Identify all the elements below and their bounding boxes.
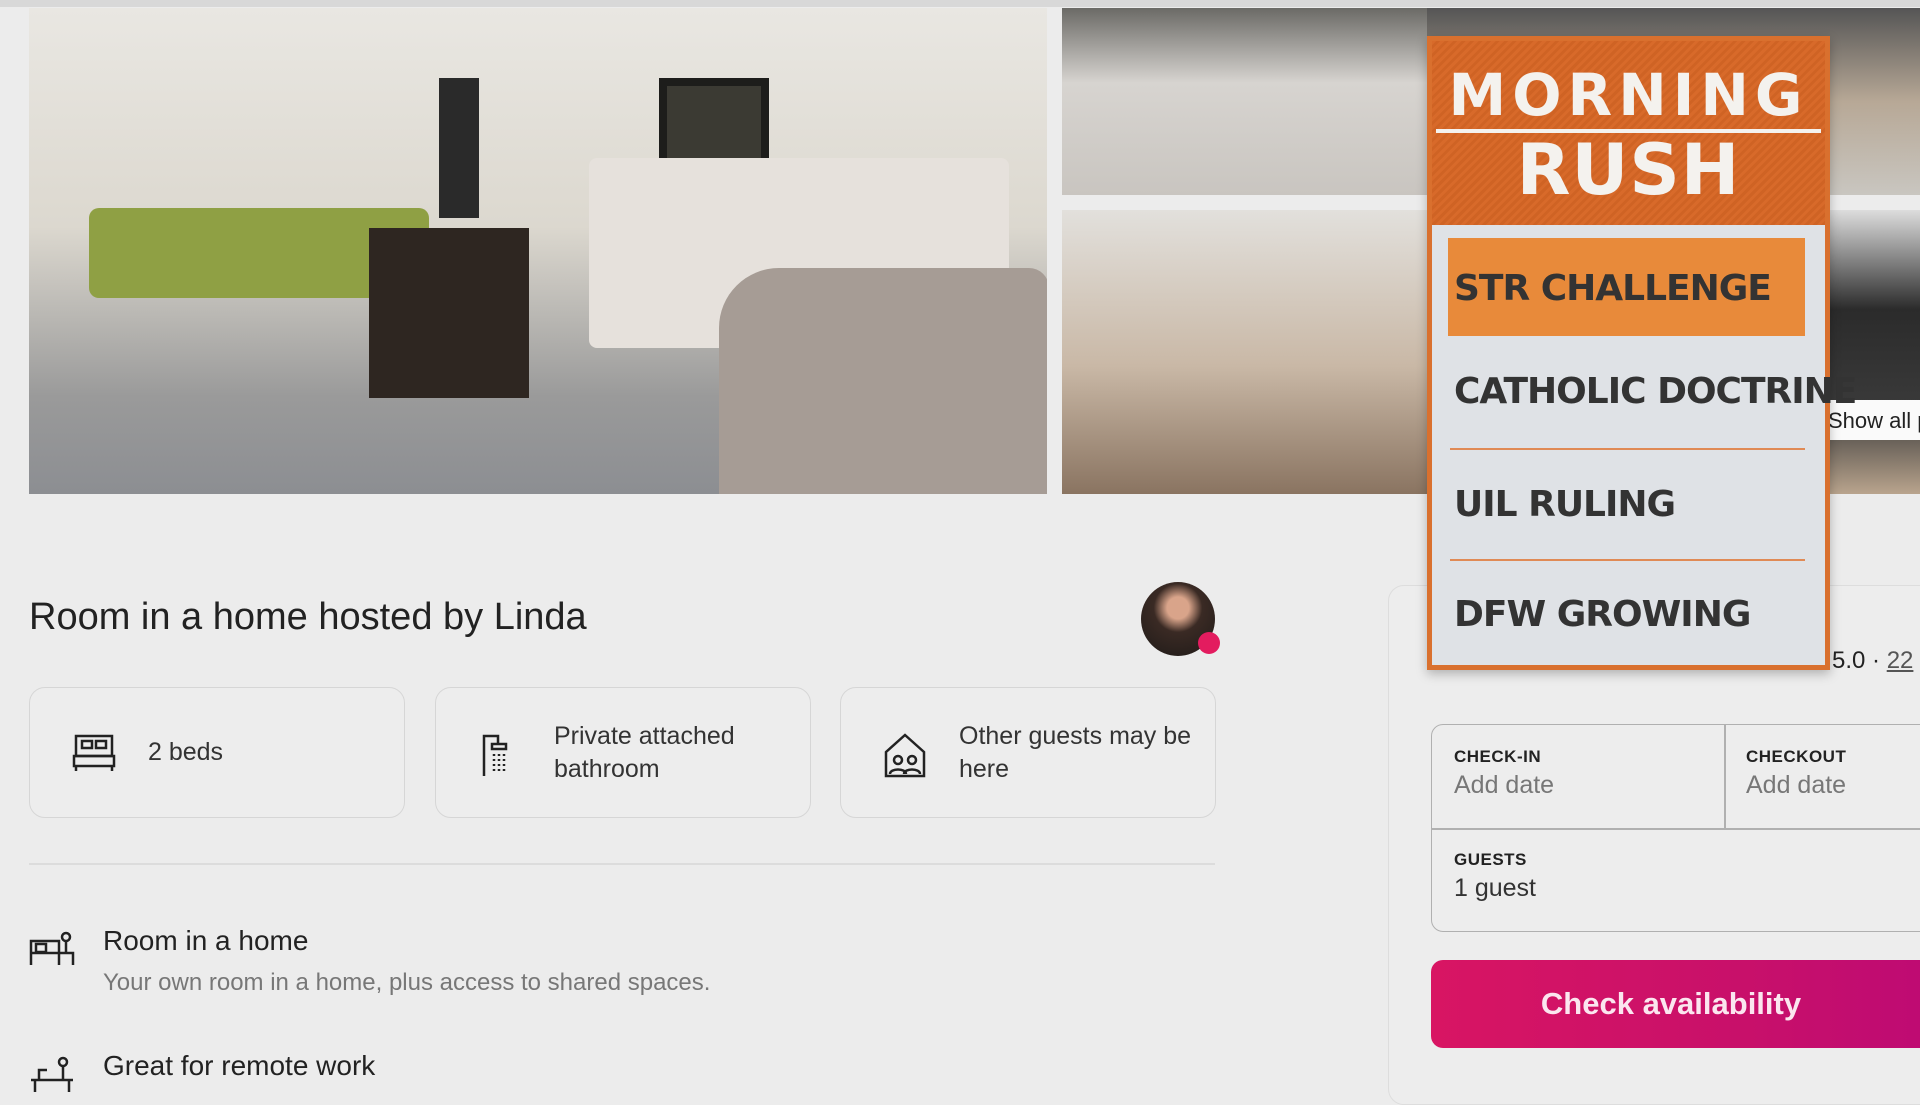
checkin-field[interactable]: CHECK-IN Add date (1432, 747, 1724, 800)
house-guests-icon (884, 733, 926, 778)
photo-detail-armchair (719, 268, 1047, 494)
page-title: Room in a home hosted by Linda (29, 596, 587, 638)
checkout-value: Add date (1746, 771, 1847, 799)
listing-photo-living-room[interactable] (1062, 8, 1427, 195)
news-item: UIL RULING (1454, 484, 1676, 525)
rating-summary: 5.0 · 22 (1832, 647, 1914, 674)
guests-label: GUESTS (1454, 850, 1527, 869)
reservation-fields: CHECK-IN Add date CHECKOUT Add date GUES… (1431, 724, 1920, 932)
checkin-label: CHECK-IN (1454, 747, 1542, 766)
browser-top-edge (0, 0, 1920, 7)
superhost-badge-icon (1198, 632, 1220, 654)
guests-field[interactable]: GUESTS 1 guest (1432, 850, 1920, 903)
listing-photo-dining-room[interactable] (1062, 210, 1427, 494)
highlight-card-bathroom: Private attached bathroom (435, 687, 811, 818)
feature-description: Your own room in a home, plus access to … (103, 969, 711, 996)
room-icon (29, 931, 75, 965)
news-item-active: STR CHALLENGE (1448, 238, 1805, 336)
guests-value: 1 guest (1454, 874, 1537, 902)
highlight-label: 2 beds (148, 738, 224, 766)
desk-icon (31, 1056, 73, 1092)
news-overlay: MORNING RUSH STR CHALLENGE CATHOLIC DOCT… (1427, 36, 1857, 670)
news-divider (1450, 559, 1805, 561)
photo-detail-tv (439, 78, 479, 218)
checkin-value: Add date (1454, 771, 1555, 799)
field-divider (1432, 828, 1920, 830)
shower-icon (482, 734, 508, 776)
checkout-label: CHECKOUT (1746, 747, 1847, 766)
feature-title: Room in a home (103, 925, 309, 956)
news-divider (1450, 448, 1805, 450)
photo-detail-dresser (369, 228, 529, 398)
news-item: CATHOLIC DOCTRINE (1454, 371, 1857, 412)
reviews-link[interactable]: 22 (1887, 647, 1914, 674)
feature-title: Great for remote work (103, 1050, 376, 1081)
show-title-line1: MORNING (1448, 61, 1809, 129)
listing-photo-main[interactable] (29, 8, 1047, 494)
show-title-line2: RUSH (1516, 129, 1741, 211)
rating-value: 5.0 (1832, 647, 1866, 674)
bed-icon (72, 734, 116, 771)
highlight-label: Private attached bathroom (554, 721, 735, 783)
checkout-field[interactable]: CHECKOUT Add date (1724, 747, 1920, 800)
news-overlay-header: MORNING RUSH (1432, 41, 1825, 225)
highlight-card-beds: 2 beds (29, 687, 405, 818)
highlight-card-other-guests: Other guests may be here (840, 687, 1216, 818)
check-availability-button[interactable]: Check availability (1431, 960, 1920, 1048)
highlight-label: Other guests may be here (959, 721, 1192, 783)
news-item: DFW GROWING (1454, 594, 1751, 635)
section-divider (29, 863, 1215, 865)
